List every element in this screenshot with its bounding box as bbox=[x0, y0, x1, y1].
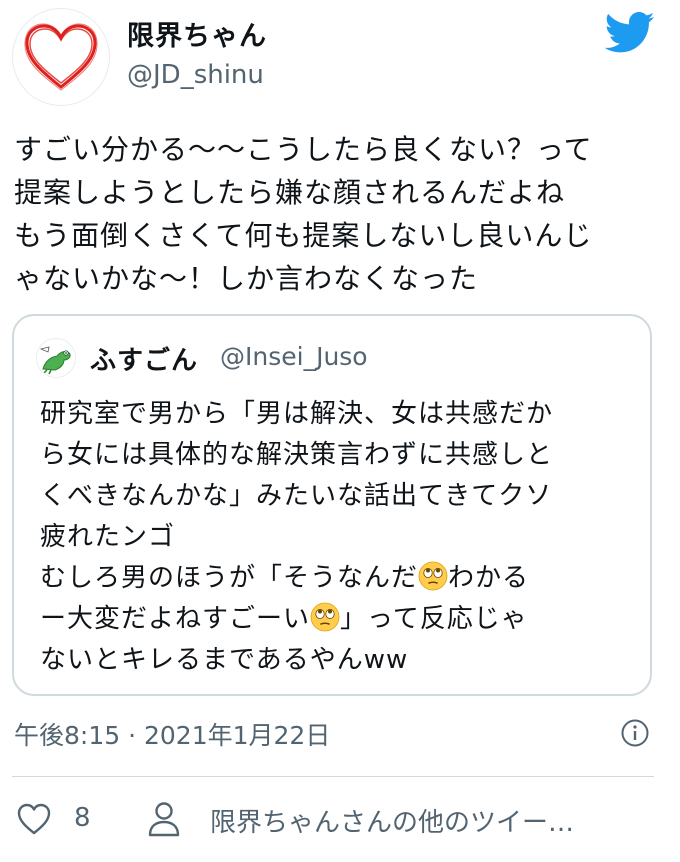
quoted-line: むしろ男のほうが「そうなんだ わかる bbox=[40, 558, 640, 599]
frog-icon bbox=[37, 339, 75, 377]
divider bbox=[12, 776, 654, 777]
info-icon[interactable] bbox=[620, 718, 650, 748]
rolling-eyes-emoji-icon bbox=[310, 602, 340, 632]
quoted-line: ら女には具体的な解決策言わずに共感しと bbox=[40, 440, 554, 470]
quoted-tweet-card[interactable]: ふすごん @Insei_Juso 研究室で男から「男は解決、女は共感だか ら女に… bbox=[12, 314, 652, 696]
quoted-line: くべきなんかな」みたいな話出てきてクソ bbox=[40, 481, 553, 511]
twitter-bird-icon[interactable] bbox=[604, 12, 656, 54]
quoted-handle[interactable]: @Insei_Juso bbox=[220, 342, 368, 371]
quoted-display-name[interactable]: ふすごん bbox=[90, 340, 198, 377]
quoted-line: 研究室で男から「男は解決、女は共感だか bbox=[40, 399, 554, 429]
heart-like-icon[interactable] bbox=[16, 802, 52, 836]
quoted-line: ないとキレるまであるやんww bbox=[40, 645, 409, 675]
like-count: 8 bbox=[74, 803, 91, 833]
quoted-line-text: むしろ男のほうが「そうなんだ bbox=[40, 563, 419, 593]
person-icon[interactable] bbox=[146, 800, 182, 838]
quoted-line: 疲れたンゴ bbox=[40, 522, 176, 552]
heart-icon bbox=[24, 23, 98, 91]
quoted-line-text: 」って反応じゃ bbox=[340, 604, 528, 634]
tweet-line: ゃないかな〜！しか言わなくなった bbox=[14, 262, 479, 295]
avatar[interactable] bbox=[12, 8, 110, 106]
tweet-timestamp[interactable]: 午後8:15 · 2021年1月22日 bbox=[14, 716, 330, 752]
quoted-line-text: わかる bbox=[448, 563, 530, 593]
rolling-eyes-emoji-icon bbox=[418, 561, 448, 591]
quoted-line-text: ー大変だよねすごーい bbox=[40, 604, 311, 634]
quoted-tweet-text: 研究室で男から「男は解決、女は共感だか ら女には具体的な解決策言わずに共感しと … bbox=[40, 394, 640, 681]
quoted-avatar bbox=[36, 338, 76, 378]
tweet-text: すごい分かる〜〜こうしたら良くない？って 提案しようとしたら嫌な顔されるんだよね… bbox=[14, 128, 664, 300]
tweet-line: すごい分かる〜〜こうしたら良くない？って bbox=[14, 133, 593, 166]
tweet-line: もう面倒くさくて何も提案しないし良いんじ bbox=[14, 219, 593, 252]
more-tweets-link[interactable]: 限界ちゃんさんの他のツイー… bbox=[210, 802, 650, 839]
author-display-name[interactable]: 限界ちゃん bbox=[127, 14, 267, 53]
tweet-line: 提案しようとしたら嫌な顔されるんだよね bbox=[14, 176, 566, 209]
quoted-line: ー大変だよねすごーい 」って反応じゃ bbox=[40, 599, 640, 640]
author-handle[interactable]: @JD_shinu bbox=[127, 60, 264, 90]
